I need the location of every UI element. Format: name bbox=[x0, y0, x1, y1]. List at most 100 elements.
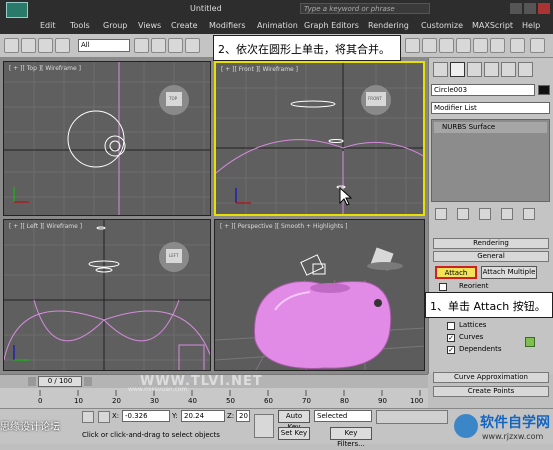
reorient-label: Reorient bbox=[459, 282, 489, 290]
close-button[interactable] bbox=[538, 3, 550, 14]
render-icon[interactable] bbox=[510, 38, 525, 53]
quick-render-icon[interactable] bbox=[490, 38, 505, 53]
window-title: Untitled bbox=[190, 4, 222, 13]
menu-tools[interactable]: Tools bbox=[70, 21, 90, 30]
selection-filter-dropdown[interactable]: All bbox=[78, 39, 130, 52]
menu-graph-editors[interactable]: Graph Editors bbox=[304, 21, 359, 30]
unlink-icon[interactable] bbox=[38, 38, 53, 53]
object-name-field[interactable]: Circle003 bbox=[431, 84, 535, 96]
lock-selection-icon[interactable] bbox=[82, 411, 94, 423]
play-controls[interactable] bbox=[376, 410, 448, 424]
window-crossing-icon[interactable] bbox=[185, 38, 200, 53]
hierarchy-tab-icon[interactable] bbox=[467, 62, 482, 77]
rollout-create-points[interactable]: Create Points bbox=[433, 386, 549, 397]
track-bar-ticks bbox=[39, 390, 421, 396]
render-production-icon[interactable] bbox=[530, 38, 545, 53]
callout-step2: 2、依次在圆形上单击，将其合并。 bbox=[213, 35, 401, 61]
undo-icon[interactable] bbox=[4, 38, 19, 53]
viewport-front[interactable]: [ + ][ Front ][ Wireframe ] FRONT bbox=[214, 61, 425, 216]
link-icon[interactable] bbox=[21, 38, 36, 53]
viewcube-top[interactable]: TOP bbox=[169, 96, 177, 101]
make-unique-icon[interactable] bbox=[479, 208, 491, 220]
viewport-left[interactable]: [ + ][ Left ][ Wireframe ] LEFT bbox=[3, 219, 211, 371]
maximize-button[interactable] bbox=[524, 3, 536, 14]
object-color-swatch[interactable] bbox=[538, 85, 550, 95]
viewport-top[interactable]: [ + ][ Top ][ Wireframe ] TOP bbox=[3, 61, 211, 216]
region-select-icon[interactable] bbox=[168, 38, 183, 53]
curves-checkbox[interactable]: ✓ bbox=[447, 334, 455, 342]
search-placeholder: Type a keyword or phrase bbox=[304, 5, 395, 13]
menu-rendering[interactable]: Rendering bbox=[368, 21, 409, 30]
mirror-icon[interactable] bbox=[405, 38, 420, 53]
slider-right-arrow-icon[interactable] bbox=[84, 377, 92, 386]
menu-modifiers[interactable]: Modifiers bbox=[209, 21, 246, 30]
absolute-mode-icon[interactable] bbox=[98, 411, 110, 423]
rollout-rendering[interactable]: Rendering bbox=[433, 238, 549, 249]
menu-maxscript[interactable]: MAXScript bbox=[472, 21, 513, 30]
modify-tab-icon[interactable] bbox=[450, 62, 465, 77]
utilities-tab-icon[interactable] bbox=[518, 62, 533, 77]
configure-sets-icon[interactable] bbox=[523, 208, 535, 220]
auto-key-button[interactable]: Auto Key bbox=[278, 410, 310, 431]
selected-dropdown[interactable]: Selected bbox=[314, 410, 372, 422]
watermark-right-top: www.missvuan.com bbox=[128, 386, 188, 393]
motion-tab-icon[interactable] bbox=[484, 62, 499, 77]
stack-item-nurbs-surface[interactable]: NURBS Surface bbox=[434, 122, 547, 133]
bind-icon[interactable] bbox=[55, 38, 70, 53]
menu-group[interactable]: Group bbox=[103, 21, 127, 30]
tick-100: 100 bbox=[410, 397, 424, 405]
rollout-general[interactable]: General bbox=[433, 251, 549, 262]
reorient-checkbox[interactable] bbox=[439, 283, 447, 291]
modifier-list-dropdown[interactable]: Modifier List bbox=[431, 102, 550, 114]
render-setup-icon[interactable] bbox=[456, 38, 471, 53]
modifier-stack: NURBS Surface bbox=[431, 119, 550, 202]
rollout-curve-approximation[interactable]: Curve Approximation bbox=[433, 372, 549, 383]
lattices-label: Lattices bbox=[459, 321, 487, 329]
viewport-perspective-label[interactable]: [ + ][ Perspective ][ Smooth + Highlight… bbox=[220, 223, 347, 230]
slider-left-arrow-icon[interactable] bbox=[28, 377, 36, 386]
time-slider-handle[interactable]: 0 / 100 bbox=[38, 376, 82, 387]
dependents-checkbox[interactable]: ✓ bbox=[447, 346, 455, 354]
callout-step1: 1、单击 Attach 按钮。 bbox=[425, 292, 553, 318]
track-bar[interactable]: 0 10 20 30 40 50 60 70 80 90 100 bbox=[0, 388, 428, 408]
y-coordinate-field[interactable]: 20.24 bbox=[181, 410, 225, 422]
search-field[interactable]: Type a keyword or phrase bbox=[300, 3, 430, 14]
menu-create[interactable]: Create bbox=[171, 21, 198, 30]
create-tab-icon[interactable] bbox=[433, 62, 448, 77]
x-coordinate-field[interactable]: -0.326 bbox=[122, 410, 170, 422]
viewport-left-label[interactable]: [ + ][ Left ][ Wireframe ] bbox=[9, 223, 82, 230]
menu-views[interactable]: Views bbox=[138, 21, 161, 30]
viewcube-front[interactable]: FRONT bbox=[368, 96, 382, 101]
material-editor-icon[interactable] bbox=[439, 38, 454, 53]
app-logo-icon[interactable] bbox=[6, 2, 28, 18]
set-key-button[interactable]: Set Key bbox=[278, 427, 310, 440]
viewcube-left[interactable]: LEFT bbox=[169, 253, 178, 258]
curves-label: Curves bbox=[459, 333, 484, 341]
stack-item-label: NURBS Surface bbox=[442, 123, 496, 131]
nurbs-creation-toolbox-icon[interactable] bbox=[525, 337, 535, 347]
render-frame-icon[interactable] bbox=[473, 38, 488, 53]
display-tab-icon[interactable] bbox=[501, 62, 516, 77]
key-mode-icon[interactable] bbox=[254, 414, 274, 438]
show-end-result-icon[interactable] bbox=[457, 208, 469, 220]
viewport-top-label[interactable]: [ + ][ Top ][ Wireframe ] bbox=[9, 65, 81, 72]
lattices-checkbox[interactable] bbox=[447, 322, 455, 330]
remove-modifier-icon[interactable] bbox=[501, 208, 513, 220]
key-filters-button[interactable]: Key Filters... bbox=[330, 427, 372, 448]
attach-button[interactable]: Attach bbox=[435, 266, 477, 279]
select-by-name-icon[interactable] bbox=[151, 38, 166, 53]
menu-help[interactable]: Help bbox=[522, 21, 540, 30]
select-icon[interactable] bbox=[134, 38, 149, 53]
selection-filter-value: All bbox=[81, 41, 90, 49]
pin-stack-icon[interactable] bbox=[435, 208, 447, 220]
menu-customize[interactable]: Customize bbox=[421, 21, 463, 30]
attach-multiple-button[interactable]: Attach Multiple bbox=[481, 266, 537, 279]
dependents-label: Dependents bbox=[459, 345, 502, 353]
viewport-front-label[interactable]: [ + ][ Front ][ Wireframe ] bbox=[221, 66, 298, 73]
align-icon[interactable] bbox=[422, 38, 437, 53]
viewport-perspective[interactable]: [ + ][ Perspective ][ Smooth + Highlight… bbox=[214, 219, 425, 371]
z-coordinate-field[interactable]: 20 bbox=[236, 410, 250, 422]
menu-animation[interactable]: Animation bbox=[257, 21, 298, 30]
minimize-button[interactable] bbox=[510, 3, 522, 14]
menu-edit[interactable]: Edit bbox=[40, 21, 56, 30]
